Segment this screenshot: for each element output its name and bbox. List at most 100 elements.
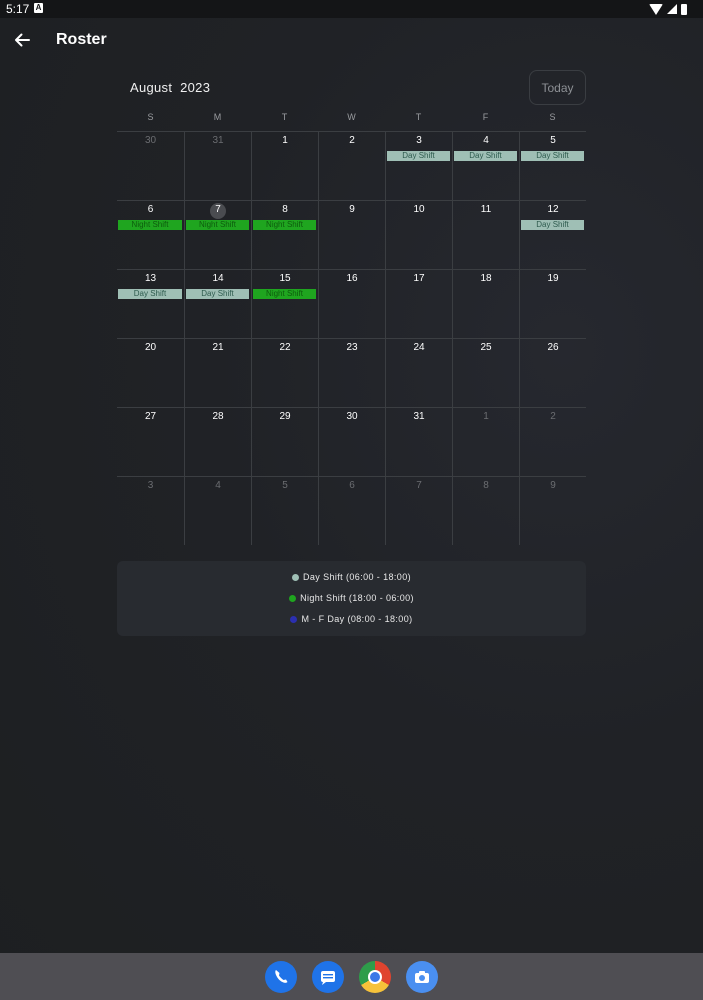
day-number: 24	[413, 342, 425, 353]
calendar-day-cell[interactable]: 3 Day Shift	[385, 131, 452, 200]
calendar-day-cell[interactable]: 13 Day Shift	[117, 269, 184, 338]
messages-icon[interactable]	[312, 961, 344, 993]
calendar-day-cell[interactable]: 2	[519, 407, 586, 476]
calendar-day-cell[interactable]: 10	[385, 200, 452, 269]
calendar-day-cell[interactable]: 27	[117, 407, 184, 476]
day-shift-event[interactable]: Day Shift	[521, 151, 584, 161]
day-shift-event[interactable]: Day Shift	[118, 289, 182, 299]
calendar-day-cell[interactable]: 9	[318, 200, 385, 269]
calendar-day-cell[interactable]: 30	[117, 131, 184, 200]
phone-icon[interactable]	[265, 961, 297, 993]
day-shift-event[interactable]: Day Shift	[521, 220, 584, 230]
camera-icon[interactable]	[406, 961, 438, 993]
status-icons	[649, 3, 687, 15]
app-bar: Roster	[0, 18, 703, 64]
legend-label: M - F Day (08:00 - 18:00)	[301, 614, 413, 624]
day-number: 20	[144, 342, 157, 353]
day-number: 19	[547, 273, 559, 284]
calendar-day-cell[interactable]: 21	[184, 338, 251, 407]
day-number: 26	[547, 342, 559, 353]
day-number: 7	[416, 480, 422, 491]
calendar-day-cell[interactable]: 22	[251, 338, 318, 407]
calendar-day-cell[interactable]: 2	[318, 131, 385, 200]
day-number: 8	[483, 480, 489, 491]
day-number: 9	[349, 204, 355, 215]
arrow-left-icon[interactable]	[12, 30, 32, 50]
weekday-label: M	[213, 112, 222, 122]
calendar-header: August 2023 Today	[117, 70, 586, 106]
day-number: 22	[279, 342, 291, 353]
today-button[interactable]: Today	[529, 70, 586, 105]
calendar-day-cell[interactable]: 7	[385, 476, 452, 545]
night-shift-event[interactable]: Night Shift	[253, 220, 316, 230]
calendar-day-cell[interactable]: 28	[184, 407, 251, 476]
signal-icon	[667, 4, 677, 14]
calendar-day-cell[interactable]: 3	[117, 476, 184, 545]
day-shift-event[interactable]: Day Shift	[454, 151, 517, 161]
battery-icon	[681, 3, 687, 15]
calendar-day-cell[interactable]: 31	[184, 131, 251, 200]
calendar-day-cell[interactable]: 18	[452, 269, 519, 338]
wifi-icon	[649, 3, 663, 15]
day-number: 4	[483, 135, 489, 146]
weekday-label: S	[147, 112, 154, 122]
day-number: 2	[550, 411, 556, 422]
calendar-day-cell[interactable]: 12 Day Shift	[519, 200, 586, 269]
day-number: 16	[346, 273, 358, 284]
day-number: 6	[349, 480, 355, 491]
calendar-day-cell[interactable]: 9	[519, 476, 586, 545]
weekday-label: T	[281, 112, 288, 122]
calendar-day-cell[interactable]: 30	[318, 407, 385, 476]
calendar-day-cell[interactable]: 25	[452, 338, 519, 407]
day-number: 3	[147, 480, 154, 491]
calendar-day-cell[interactable]: 8	[452, 476, 519, 545]
day-number: 14	[212, 273, 224, 284]
day-number: 12	[547, 204, 559, 215]
calendar-day-cell[interactable]: 20	[117, 338, 184, 407]
day-number: 7	[215, 204, 221, 215]
legend-item: Night Shift (18:00 - 06:00)	[117, 593, 586, 603]
night-shift-event[interactable]: Night Shift	[118, 220, 182, 230]
weekday-label: W	[347, 112, 356, 122]
calendar-day-cell[interactable]: 4	[184, 476, 251, 545]
day-number: 30	[346, 411, 358, 422]
calendar-day-cell[interactable]: 1	[251, 131, 318, 200]
calendar-day-cell[interactable]: 23	[318, 338, 385, 407]
day-shift-event[interactable]: Day Shift	[186, 289, 249, 299]
day-number: 9	[550, 480, 556, 491]
legend-label: Night Shift (18:00 - 06:00)	[300, 593, 414, 603]
calendar-day-cell[interactable]: 24	[385, 338, 452, 407]
day-number: 6	[147, 204, 154, 215]
calendar-day-cell[interactable]: 26	[519, 338, 586, 407]
night-shift-event[interactable]: Night Shift	[253, 289, 316, 299]
day-shift-event[interactable]: Day Shift	[387, 151, 450, 161]
calendar-day-cell[interactable]: 17	[385, 269, 452, 338]
calendar-day-cell[interactable]: 19	[519, 269, 586, 338]
weekday-label: T	[415, 112, 422, 122]
day-number: 29	[279, 411, 291, 422]
day-number: 15	[279, 273, 291, 284]
calendar-day-cell[interactable]: 16	[318, 269, 385, 338]
chrome-icon[interactable]	[359, 961, 391, 993]
calendar-day-cell[interactable]: 14 Day Shift	[184, 269, 251, 338]
day-number: 11	[480, 204, 492, 215]
legend-item: M - F Day (08:00 - 18:00)	[117, 614, 586, 624]
day-number: 5	[550, 135, 556, 146]
calendar-day-cell[interactable]: 8 Night Shift	[251, 200, 318, 269]
calendar-day-cell[interactable]: 1	[452, 407, 519, 476]
dock-bar	[0, 953, 703, 1000]
calendar-day-cell[interactable]: 7 Night Shift	[184, 200, 251, 269]
calendar-day-cell[interactable]: 29	[251, 407, 318, 476]
calendar-day-cell[interactable]: 11	[452, 200, 519, 269]
calendar-day-cell[interactable]: 31	[385, 407, 452, 476]
calendar-day-cell[interactable]: 15 Night Shift	[251, 269, 318, 338]
weekday-label: F	[482, 112, 489, 122]
calendar-day-cell[interactable]: 6 Night Shift	[117, 200, 184, 269]
night-shift-event[interactable]: Night Shift	[186, 220, 249, 230]
calendar-day-cell[interactable]: 6	[318, 476, 385, 545]
legend-item: Day Shift (06:00 - 18:00)	[117, 572, 586, 582]
day-number: 13	[144, 273, 157, 284]
calendar-day-cell[interactable]: 5 Day Shift	[519, 131, 586, 200]
calendar-day-cell[interactable]: 4 Day Shift	[452, 131, 519, 200]
calendar-day-cell[interactable]: 5	[251, 476, 318, 545]
